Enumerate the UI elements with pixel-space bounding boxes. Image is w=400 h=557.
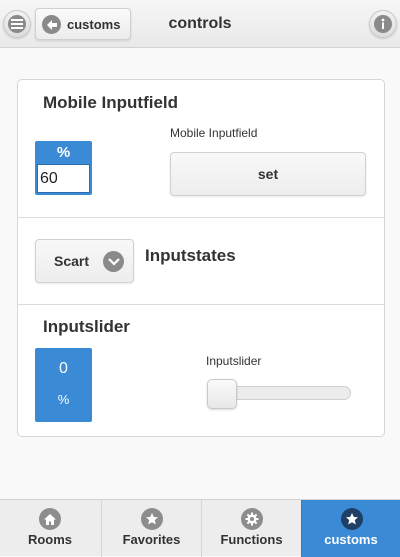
star-icon <box>141 508 163 530</box>
tab-label: Favorites <box>122 532 181 547</box>
tab-label: Functions <box>220 532 283 547</box>
set-button-label: set <box>257 166 279 182</box>
inputslider-value: 0 <box>59 360 68 377</box>
unit-label: % <box>56 144 71 161</box>
inputstates-selected-value: Scart <box>54 253 90 269</box>
inputslider-unit: % <box>57 392 70 407</box>
footer-navbar: Rooms Favorites Functions customs <box>0 499 400 557</box>
info-button[interactable] <box>369 10 397 38</box>
mobile-inputfield-title: Mobile Inputfield <box>43 93 179 112</box>
inputslider-title: Inputslider <box>43 317 130 336</box>
inputslider-value-box: 0 % <box>35 348 92 422</box>
mobile-inputfield-label: Mobile Inputfield <box>170 126 258 140</box>
tab-rooms[interactable]: Rooms <box>0 500 100 557</box>
tab-label: customs <box>324 532 378 547</box>
page-title: controls <box>168 15 232 32</box>
mobile-input-field[interactable] <box>37 164 90 193</box>
info-icon <box>374 15 392 33</box>
section-divider <box>18 217 384 218</box>
tab-label: Rooms <box>27 532 73 547</box>
chevron-down-icon <box>103 251 124 272</box>
set-button[interactable]: set <box>170 152 366 196</box>
tab-functions[interactable]: Functions <box>201 500 301 557</box>
inputstates-select[interactable]: Scart <box>35 239 134 283</box>
gear-icon <box>241 508 263 530</box>
inputslider-label: Inputslider <box>206 354 262 368</box>
controls-card: Mobile Inputfield % Mobile Inputfield se… <box>17 79 385 437</box>
inputslider-handle[interactable] <box>207 379 237 409</box>
mobile-inputfield-widget: % <box>35 141 92 195</box>
tab-customs[interactable]: customs <box>301 500 400 557</box>
section-divider <box>18 304 384 305</box>
inputstates-title: Inputstates <box>145 246 236 265</box>
tab-favorites[interactable]: Favorites <box>101 500 201 557</box>
header-bar: customs controls <box>0 0 400 48</box>
star-icon <box>341 508 363 530</box>
home-icon <box>39 508 61 530</box>
